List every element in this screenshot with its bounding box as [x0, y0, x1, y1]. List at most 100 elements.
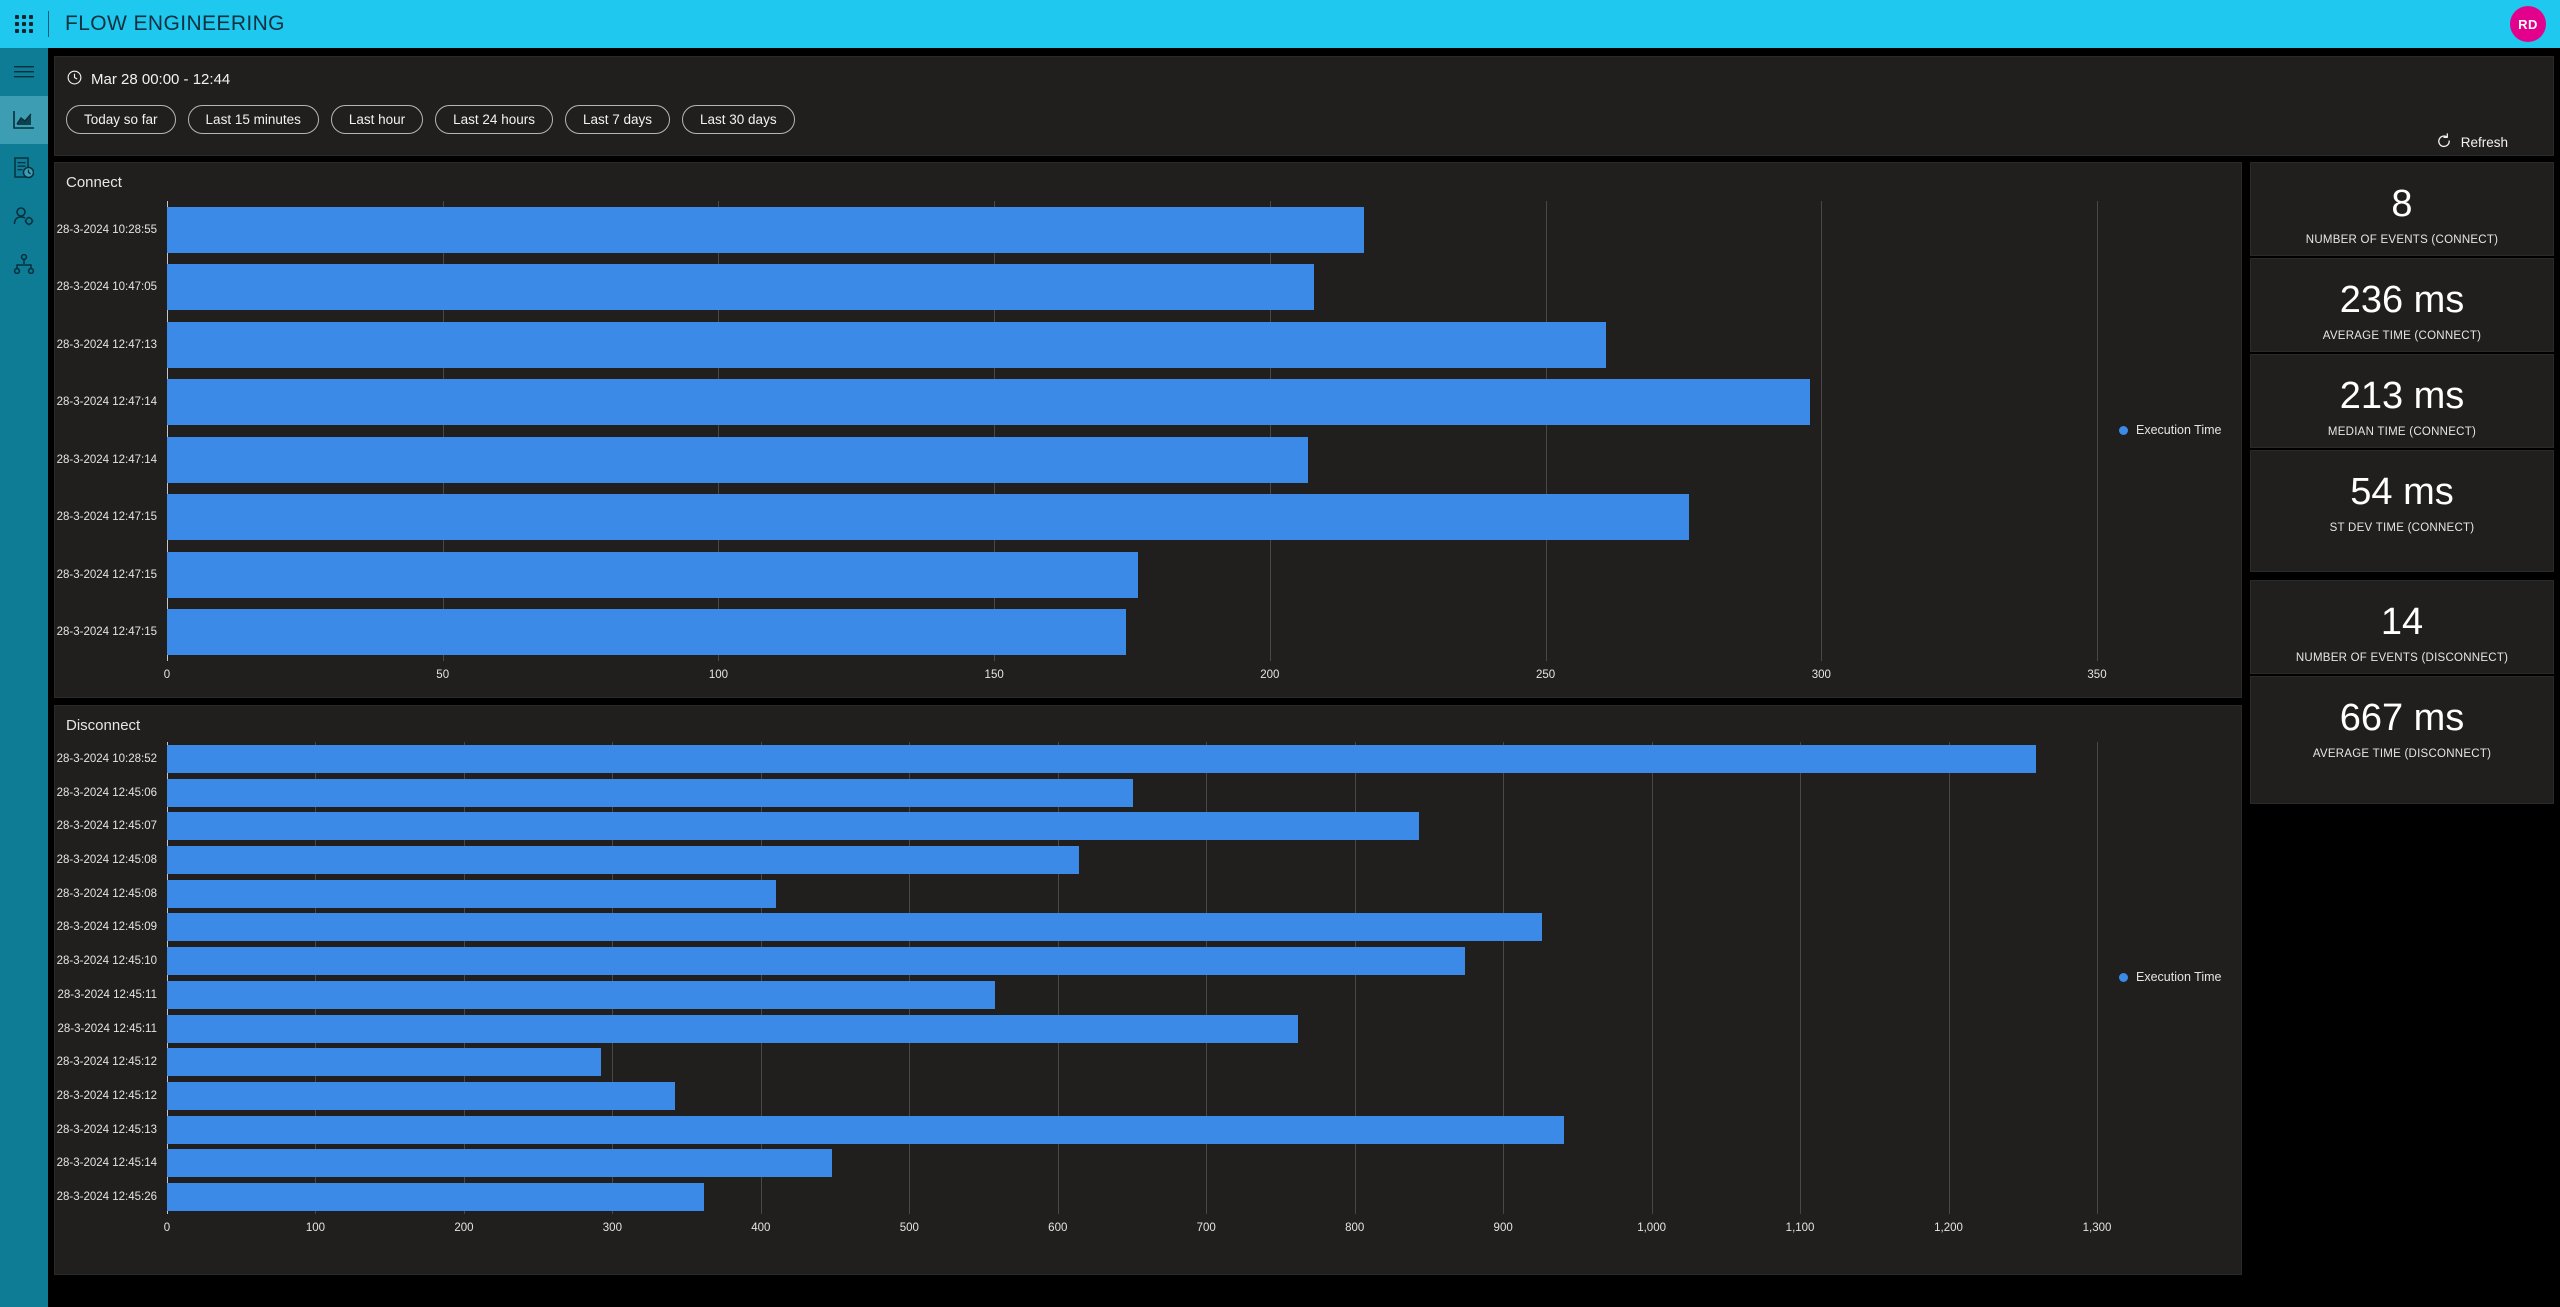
grid-line	[2097, 201, 2098, 661]
kpi-card-average-time-connect: 236 ms AVERAGE TIME (CONNECT)	[2250, 258, 2554, 352]
y-axis-category-label: 28-3-2024 12:47:14	[56, 453, 157, 466]
time-range-label: Mar 28 00:00 - 12:44	[91, 71, 231, 88]
kpi-label: NUMBER OF EVENTS (CONNECT)	[2305, 234, 2499, 246]
kpi-label: NUMBER OF EVENTS (DISCONNECT)	[2295, 652, 2509, 664]
kpi-value: 236 ms	[2339, 279, 2465, 321]
legend-label: Execution Time	[2136, 423, 2222, 437]
avatar[interactable]: RD	[2510, 6, 2546, 42]
x-axis-tick-label: 700	[1196, 1222, 1216, 1234]
legend-color-swatch	[2119, 425, 2128, 435]
grid-line	[1821, 201, 1823, 661]
top-bar-divider	[48, 11, 49, 37]
connect-bar-chart[interactable]: 0 50 100 150 200 250 300 350 28-3-2024 10:28:55 2…	[57, 201, 2107, 681]
grid-line	[2097, 742, 2098, 1214]
bar[interactable]	[167, 980, 996, 1009]
bar[interactable]	[167, 778, 1134, 807]
sidebar-item-menu[interactable]	[0, 48, 48, 96]
kpi-label: ST DEV TIME (CONNECT)	[2329, 522, 2475, 534]
x-axis-tick-label: 350	[2087, 669, 2107, 681]
y-axis-category-label: 28-3-2024 12:47:13	[56, 338, 157, 351]
bar[interactable]	[167, 206, 1364, 253]
bar[interactable]	[167, 1048, 601, 1077]
bar[interactable]	[167, 264, 1314, 311]
connect-legend: Execution Time	[2119, 423, 2221, 437]
kpi-value: 14	[2380, 601, 2424, 643]
pill-last-24-hours[interactable]: Last 24 hours	[435, 105, 553, 134]
y-axis-category-label: 28-3-2024 12:45:12	[56, 1056, 157, 1069]
x-axis-tick-label: 600	[1048, 1222, 1068, 1234]
pill-last-15-minutes[interactable]: Last 15 minutes	[187, 105, 319, 134]
x-axis-tick-label: 300	[602, 1222, 622, 1234]
bar[interactable]	[167, 1183, 705, 1212]
refresh-icon	[2436, 133, 2452, 152]
pill-last-7-days[interactable]: Last 7 days	[564, 105, 671, 134]
grid-line	[1800, 742, 1802, 1214]
bar[interactable]	[167, 436, 1309, 483]
disconnect-bar-chart[interactable]: 0 100 200 300 400 500 600 700 800 900 1,000 1,100 1,…	[57, 742, 2111, 1234]
bar[interactable]	[167, 1115, 1565, 1144]
pill-last-30-days[interactable]: Last 30 days	[682, 105, 795, 134]
x-axis-tick-label: 500	[899, 1222, 919, 1234]
app-title: FLOW ENGINEERING	[65, 12, 285, 35]
pill-today-so-far[interactable]: Today so far	[66, 105, 176, 134]
bar[interactable]	[167, 1014, 1299, 1043]
pill-last-hour[interactable]: Last hour	[330, 105, 424, 134]
x-axis-tick-label: 900	[1493, 1222, 1513, 1234]
time-filter-panel: Mar 28 00:00 - 12:44 Today so far Last 1…	[54, 56, 2554, 156]
bar[interactable]	[167, 609, 1127, 656]
kpi-card-average-time-disconnect: 667 ms AVERAGE TIME (DISCONNECT)	[2250, 676, 2554, 804]
sidebar-item-scheduled-documents[interactable]	[0, 144, 48, 192]
x-axis-tick-label: 100	[305, 1222, 326, 1234]
refresh-label: Refresh	[2460, 135, 2508, 150]
bar[interactable]	[167, 321, 1607, 368]
bar[interactable]	[167, 913, 1542, 942]
left-navigation-rail	[0, 48, 48, 1307]
dashboard-root: FLOW ENGINEERING RD Mar 28 00:00 - 12:44…	[0, 0, 2560, 1307]
bar[interactable]	[167, 947, 1465, 976]
user-settings-icon	[13, 206, 35, 226]
bar[interactable]	[167, 1149, 833, 1178]
y-axis-category-label: 28-3-2024 10:28:55	[56, 223, 157, 236]
bar[interactable]	[167, 494, 1689, 541]
hamburger-menu-icon	[14, 65, 34, 79]
time-range-display[interactable]: Mar 28 00:00 - 12:44	[55, 57, 2553, 89]
connect-chart-card: Connect 0 50 100 150 200 250 300 350 28-3-2024 1…	[54, 162, 2242, 698]
legend-color-swatch	[2119, 972, 2128, 982]
y-axis-category-label: 28-3-2024 12:47:15	[56, 568, 157, 581]
x-axis-tick-label: 150	[984, 669, 1004, 681]
bar[interactable]	[167, 879, 776, 908]
kpi-value: 54 ms	[2350, 471, 2454, 513]
bar[interactable]	[167, 744, 2037, 773]
refresh-button[interactable]: Refresh	[2436, 133, 2508, 152]
x-axis-tick-label: 0	[163, 669, 171, 681]
sidebar-item-workflows[interactable]	[0, 240, 48, 288]
x-axis-tick-label: 50	[436, 669, 450, 681]
time-range-pill-group: Today so far Last 15 minutes Last hour L…	[55, 89, 2553, 134]
bar[interactable]	[167, 812, 1419, 841]
sidebar-item-reports[interactable]	[0, 96, 48, 144]
app-launcher-button[interactable]	[0, 0, 48, 48]
y-axis-category-label: 28-3-2024 12:45:11	[57, 1022, 157, 1035]
bar[interactable]	[167, 379, 1811, 426]
x-axis-tick-label: 400	[751, 1222, 771, 1234]
disconnect-chart-title: Disconnect	[66, 717, 141, 734]
x-axis-tick-label: 100	[708, 669, 729, 681]
grid-line	[1651, 742, 1653, 1214]
y-axis-category-label: 28-3-2024 12:45:09	[56, 921, 157, 934]
y-axis-category-label: 28-3-2024 12:45:06	[56, 786, 157, 799]
dashboard-canvas: Mar 28 00:00 - 12:44 Today so far Last 1…	[48, 48, 2560, 1307]
x-axis-tick-label: 0	[163, 1222, 171, 1234]
kpi-value: 8	[2391, 183, 2413, 225]
sidebar-item-user-settings[interactable]	[0, 192, 48, 240]
bar[interactable]	[167, 1082, 675, 1110]
bar[interactable]	[167, 846, 1079, 874]
disconnect-legend: Execution Time	[2119, 970, 2221, 984]
bar[interactable]	[167, 551, 1138, 598]
document-clock-icon	[14, 157, 34, 179]
clock-icon	[67, 70, 82, 89]
top-bar: FLOW ENGINEERING RD	[0, 0, 2560, 48]
legend-label: Execution Time	[2136, 970, 2222, 984]
x-axis-tick-label: 800	[1345, 1222, 1365, 1234]
y-axis-category-label: 28-3-2024 12:45:07	[56, 820, 157, 833]
workflow-branch-icon	[13, 254, 35, 274]
